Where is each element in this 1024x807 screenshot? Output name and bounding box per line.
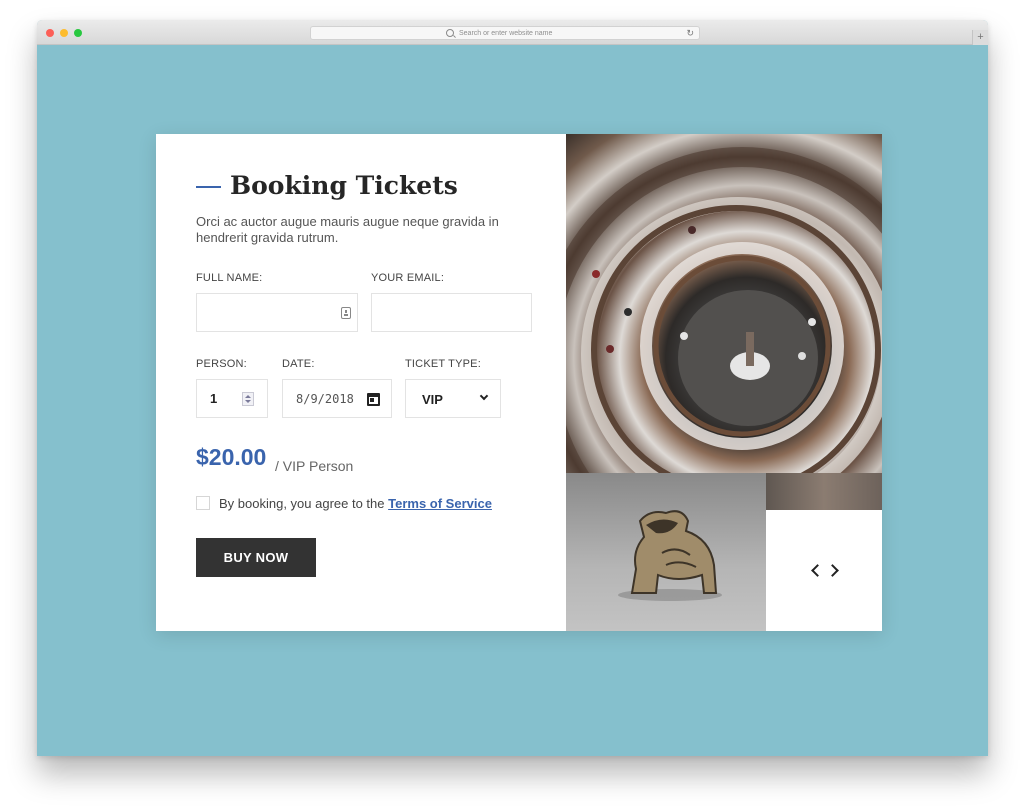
price-amount: $20.00 [196, 444, 267, 470]
spiral-staircase-photo [566, 134, 882, 473]
full-name-label: FULL NAME: [196, 272, 263, 284]
ticket-type-value: VIP [422, 392, 443, 407]
stepper-up-icon[interactable] [245, 395, 251, 398]
booking-form: Booking Tickets Orci ac auctor augue mau… [156, 134, 566, 631]
terms-agreement: By booking, you agree to the Terms of Se… [219, 496, 492, 512]
minimize-window-button[interactable] [60, 29, 68, 37]
booking-description: Orci ac auctor augue mauris augue neque … [196, 214, 499, 245]
terms-checkbox[interactable] [196, 496, 210, 510]
next-arrow-icon[interactable] [826, 564, 839, 577]
booking-card: Booking Tickets Orci ac auctor augue mau… [156, 134, 882, 631]
person-label: PERSON: [196, 358, 247, 370]
lion-statue-photo [566, 473, 766, 631]
ticket-type-label: TICKET TYPE: [405, 358, 481, 370]
zoom-window-button[interactable] [74, 29, 82, 37]
chevron-down-icon [479, 391, 489, 401]
close-window-button[interactable] [46, 29, 54, 37]
address-bar[interactable]: Search or enter website name ↻ [310, 26, 700, 40]
browser-window: Search or enter website name ↻ + Booking… [37, 20, 988, 756]
address-placeholder: Search or enter website name [459, 30, 553, 37]
search-icon [446, 29, 454, 37]
email-field[interactable] [371, 293, 532, 332]
reload-icon[interactable]: ↻ [686, 27, 694, 39]
gallery-navigation [766, 510, 882, 631]
full-name-field[interactable] [196, 293, 358, 332]
buy-now-button[interactable]: BUY NOW [196, 538, 316, 577]
lion-statue-illustration [618, 510, 722, 601]
third-photo-strip [766, 473, 882, 510]
person-value: 1 [210, 391, 218, 406]
staircase-illustration [566, 147, 882, 473]
page-title: Booking Tickets [230, 171, 458, 200]
date-field[interactable]: 8/9/2018 [282, 379, 392, 418]
calendar-icon[interactable] [367, 393, 380, 406]
prev-arrow-icon[interactable] [811, 564, 824, 577]
person-quantity-stepper[interactable]: 1 [196, 379, 268, 418]
title-accent-dash [196, 186, 221, 188]
ticket-type-select[interactable]: VIP [405, 379, 501, 418]
browser-titlebar: Search or enter website name ↻ + [37, 20, 988, 45]
terms-of-service-link[interactable]: Terms of Service [388, 496, 492, 511]
stepper-down-icon[interactable] [245, 400, 251, 403]
terms-agreement-text: By booking, you agree to the [219, 496, 389, 511]
date-label: DATE: [282, 358, 315, 370]
price-unit: / VIP Person [275, 458, 354, 474]
new-tab-button[interactable]: + [972, 30, 988, 45]
contact-card-icon [341, 307, 351, 319]
date-value: 8/9/2018 [296, 392, 354, 406]
email-label: YOUR EMAIL: [371, 272, 445, 284]
stepper-icon[interactable] [242, 392, 254, 406]
